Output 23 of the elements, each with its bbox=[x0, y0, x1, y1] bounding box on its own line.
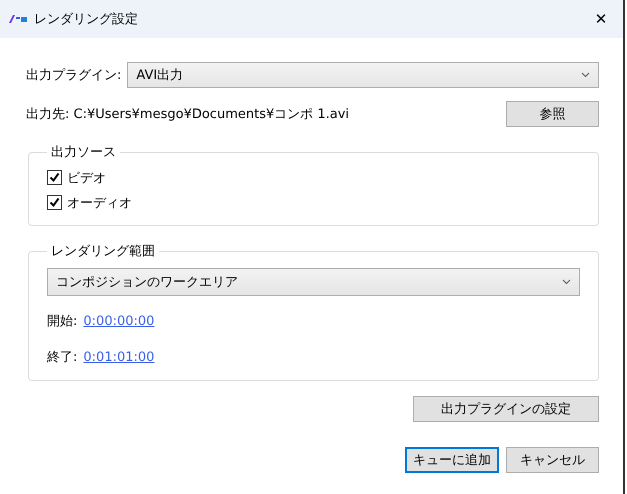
output-path: 出力先: C:¥Users¥mesgo¥Documents¥コンポ 1.avi bbox=[26, 106, 350, 123]
chevron-down-icon bbox=[581, 72, 590, 78]
browse-button[interactable]: 参照 bbox=[506, 101, 599, 127]
plugin-dropdown[interactable]: AVI出力 bbox=[127, 62, 599, 88]
plugin-settings-button[interactable]: 出力プラグインの設定 bbox=[413, 396, 599, 422]
cancel-button[interactable]: キャンセル bbox=[506, 447, 599, 473]
range-dropdown[interactable]: コンポジションのワークエリア bbox=[47, 268, 580, 296]
chevron-down-icon bbox=[562, 279, 571, 285]
checkmark-icon bbox=[49, 172, 60, 183]
add-to-queue-button[interactable]: キューに追加 bbox=[405, 447, 499, 473]
checkmark-icon bbox=[49, 197, 60, 208]
start-time-link[interactable]: 0:00:00:00 bbox=[83, 314, 154, 328]
close-button[interactable]: ✕ bbox=[579, 0, 623, 38]
checkbox[interactable]: オーディオ bbox=[47, 190, 580, 215]
group-title: レンダリング範囲 bbox=[50, 243, 156, 260]
start-label: 開始: bbox=[47, 313, 78, 330]
group-title: 出力ソース bbox=[50, 144, 117, 161]
app-logo-icon bbox=[8, 13, 28, 25]
window-title: レンダリング設定 bbox=[34, 11, 139, 28]
checkbox[interactable]: ビデオ bbox=[47, 165, 580, 190]
plugin-label: 出力プラグイン: bbox=[26, 67, 122, 84]
end-label: 終了: bbox=[47, 349, 78, 366]
end-time-link[interactable]: 0:01:01:00 bbox=[83, 350, 154, 364]
